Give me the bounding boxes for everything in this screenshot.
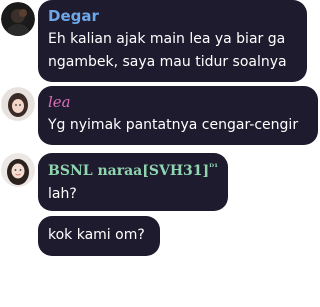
avatar-lea[interactable] [1,87,35,121]
message-bubble-continuation[interactable]: kok kami om? [38,216,160,256]
message-text-line: ngambek, saya mau tidur soalnya [48,54,287,70]
sender-name[interactable]: BSNL naraa[SVH31]ᴰ¹ [48,159,218,180]
message-bubble-degar[interactable]: Degar Eh kalian ajak main lea ya biar ga… [38,0,307,82]
chat-log: Degar Eh kalian ajak main lea ya biar ga… [0,0,320,307]
sender-name-text: BSNL naraa[SVH31] [48,163,210,179]
avatar-bsnl-naraa[interactable] [1,153,35,187]
message-text-line: kok kami om? [48,227,145,243]
sender-name[interactable]: lea [48,93,308,111]
user-avatar-dark-icon [1,2,35,36]
user-avatar-girl-icon [1,87,35,121]
avatar-degar[interactable] [1,2,35,36]
sender-badge: ᴰ¹ [209,163,219,173]
sender-name[interactable]: Degar [48,7,297,25]
user-avatar-girl-icon [1,153,35,187]
message-text-line: Eh kalian ajak main lea ya biar ga [48,31,286,47]
message-bubble-lea[interactable]: lea Yg nyimak pantatnya cengar-cengir [38,86,318,145]
message-text-line: Yg nyimak pantatnya cengar-cengir [48,117,299,133]
message-text-line: lah? [48,186,77,202]
message-bubble-bsnl-naraa[interactable]: BSNL naraa[SVH31]ᴰ¹ lah? [38,153,228,211]
